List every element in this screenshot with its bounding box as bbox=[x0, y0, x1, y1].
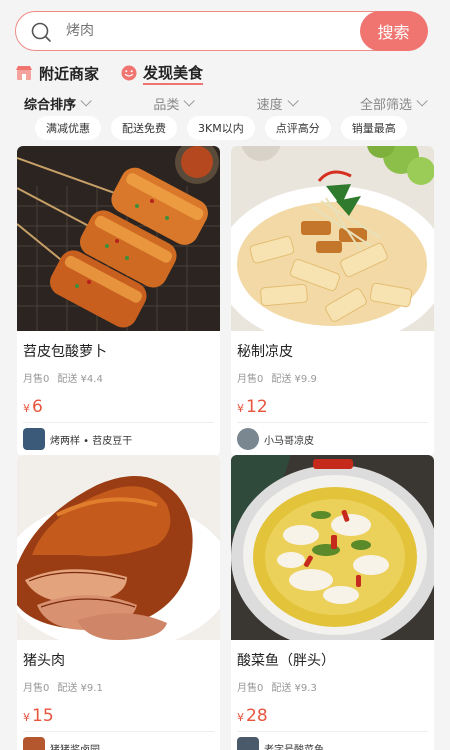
smile-icon bbox=[121, 65, 137, 81]
delivery-fee: 配送 ¥9.9 bbox=[271, 374, 317, 385]
price-amount: 6 bbox=[32, 397, 43, 417]
sort-label: 品类 bbox=[153, 97, 180, 113]
sort-label: 综合排序 bbox=[24, 97, 77, 113]
tab-nearby-merchants[interactable]: 附近商家 bbox=[15, 62, 99, 84]
chip-within-3km[interactable]: 3KM以内 bbox=[187, 116, 255, 140]
shop-icon bbox=[16, 66, 32, 80]
shop-row[interactable]: 烤两样 • 苕皮豆干 bbox=[23, 423, 214, 456]
food-name: 酸菜鱼（胖头） bbox=[237, 653, 335, 669]
food-card[interactable]: 酸菜鱼（胖头） 月售0 配送 ¥9.3 ¥28 老字号酸菜鱼 bbox=[231, 455, 434, 750]
monthly-sales: 月售0 bbox=[23, 683, 50, 694]
price: ¥6 bbox=[23, 397, 214, 417]
food-card[interactable]: 苕皮包酸萝卜 月售0 配送 ¥4.4 ¥6 烤两样 • 苕皮豆干 bbox=[17, 146, 220, 456]
braised-pork-photo bbox=[17, 455, 220, 640]
price: ¥28 bbox=[237, 706, 428, 726]
shop-row[interactable]: 猪猪酱卤园 bbox=[23, 732, 214, 750]
shop-name: 烤两样 • 苕皮豆干 bbox=[50, 435, 133, 447]
shop-name: 小马哥凉皮 bbox=[264, 435, 314, 447]
shop-logo bbox=[23, 428, 45, 450]
shop-logo bbox=[237, 737, 259, 750]
shop-name: 老字号酸菜鱼 bbox=[264, 744, 324, 750]
delivery-fee: 配送 ¥9.1 bbox=[57, 683, 103, 694]
price-symbol: ¥ bbox=[23, 402, 30, 415]
chip-top-sales[interactable]: 销量最高 bbox=[340, 116, 407, 140]
sort-comprehensive[interactable]: 综合排序 bbox=[24, 93, 92, 113]
fish-soup-photo bbox=[231, 455, 434, 640]
chevron-down-icon bbox=[80, 95, 92, 107]
chip-discount[interactable]: 满减优惠 bbox=[35, 116, 101, 140]
price-amount: 15 bbox=[32, 706, 54, 726]
sort-bar: 综合排序 品类 速度 全部筛选 bbox=[24, 93, 428, 113]
food-name: 秘制凉皮 bbox=[237, 344, 293, 360]
sort-speed[interactable]: 速度 bbox=[256, 93, 299, 113]
price: ¥12 bbox=[237, 397, 428, 417]
shop-logo bbox=[237, 428, 259, 450]
section-tabs: 附近商家 发现美食 bbox=[15, 62, 204, 85]
price: ¥15 bbox=[23, 706, 214, 726]
tab-discover-food[interactable]: 发现美食 bbox=[121, 62, 204, 85]
search-icon bbox=[31, 22, 51, 42]
shop-name: 猪猪酱卤园 bbox=[50, 744, 100, 750]
search-button[interactable]: 搜索 bbox=[359, 10, 428, 51]
monthly-sales: 月售0 bbox=[237, 374, 264, 385]
shop-row[interactable]: 老字号酸菜鱼 bbox=[237, 732, 428, 750]
price-amount: 12 bbox=[246, 397, 268, 417]
monthly-sales: 月售0 bbox=[237, 683, 264, 694]
noodles-photo bbox=[231, 146, 434, 331]
food-card[interactable]: 猪头肉 月售0 配送 ¥9.1 ¥15 猪猪酱卤园 bbox=[17, 455, 220, 750]
price-symbol: ¥ bbox=[23, 711, 30, 724]
search-bar: 搜索 bbox=[15, 10, 428, 51]
sort-all-filters[interactable]: 全部筛选 bbox=[359, 93, 428, 113]
food-name: 猪头肉 bbox=[23, 653, 65, 669]
tab-label: 发现美食 bbox=[143, 62, 204, 85]
tab-label: 附近商家 bbox=[39, 64, 100, 83]
delivery-fee: 配送 ¥9.3 bbox=[271, 683, 317, 694]
food-name: 苕皮包酸萝卜 bbox=[23, 344, 107, 360]
chip-free-delivery[interactable]: 配送免费 bbox=[111, 116, 177, 140]
chevron-down-icon bbox=[183, 95, 196, 107]
chip-high-rating[interactable]: 点评高分 bbox=[264, 116, 331, 140]
chevron-down-icon bbox=[416, 95, 428, 107]
chevron-down-icon bbox=[287, 95, 299, 107]
price-symbol: ¥ bbox=[237, 711, 244, 724]
price-amount: 28 bbox=[246, 706, 268, 726]
sort-category[interactable]: 品类 bbox=[153, 93, 196, 113]
sort-label: 全部筛选 bbox=[359, 97, 412, 113]
shop-logo bbox=[23, 737, 45, 750]
sort-label: 速度 bbox=[256, 97, 283, 113]
skewers-photo bbox=[17, 146, 220, 331]
price-symbol: ¥ bbox=[237, 402, 244, 415]
shop-row[interactable]: 小马哥凉皮 bbox=[237, 423, 428, 456]
monthly-sales: 月售0 bbox=[23, 374, 50, 385]
delivery-fee: 配送 ¥4.4 bbox=[57, 374, 103, 385]
search-input[interactable] bbox=[66, 18, 356, 44]
food-card[interactable]: 秘制凉皮 月售0 配送 ¥9.9 ¥12 小马哥凉皮 bbox=[231, 146, 434, 456]
filter-chips: 满减优惠 配送免费 3KM以内 点评高分 销量最高 bbox=[35, 116, 407, 140]
